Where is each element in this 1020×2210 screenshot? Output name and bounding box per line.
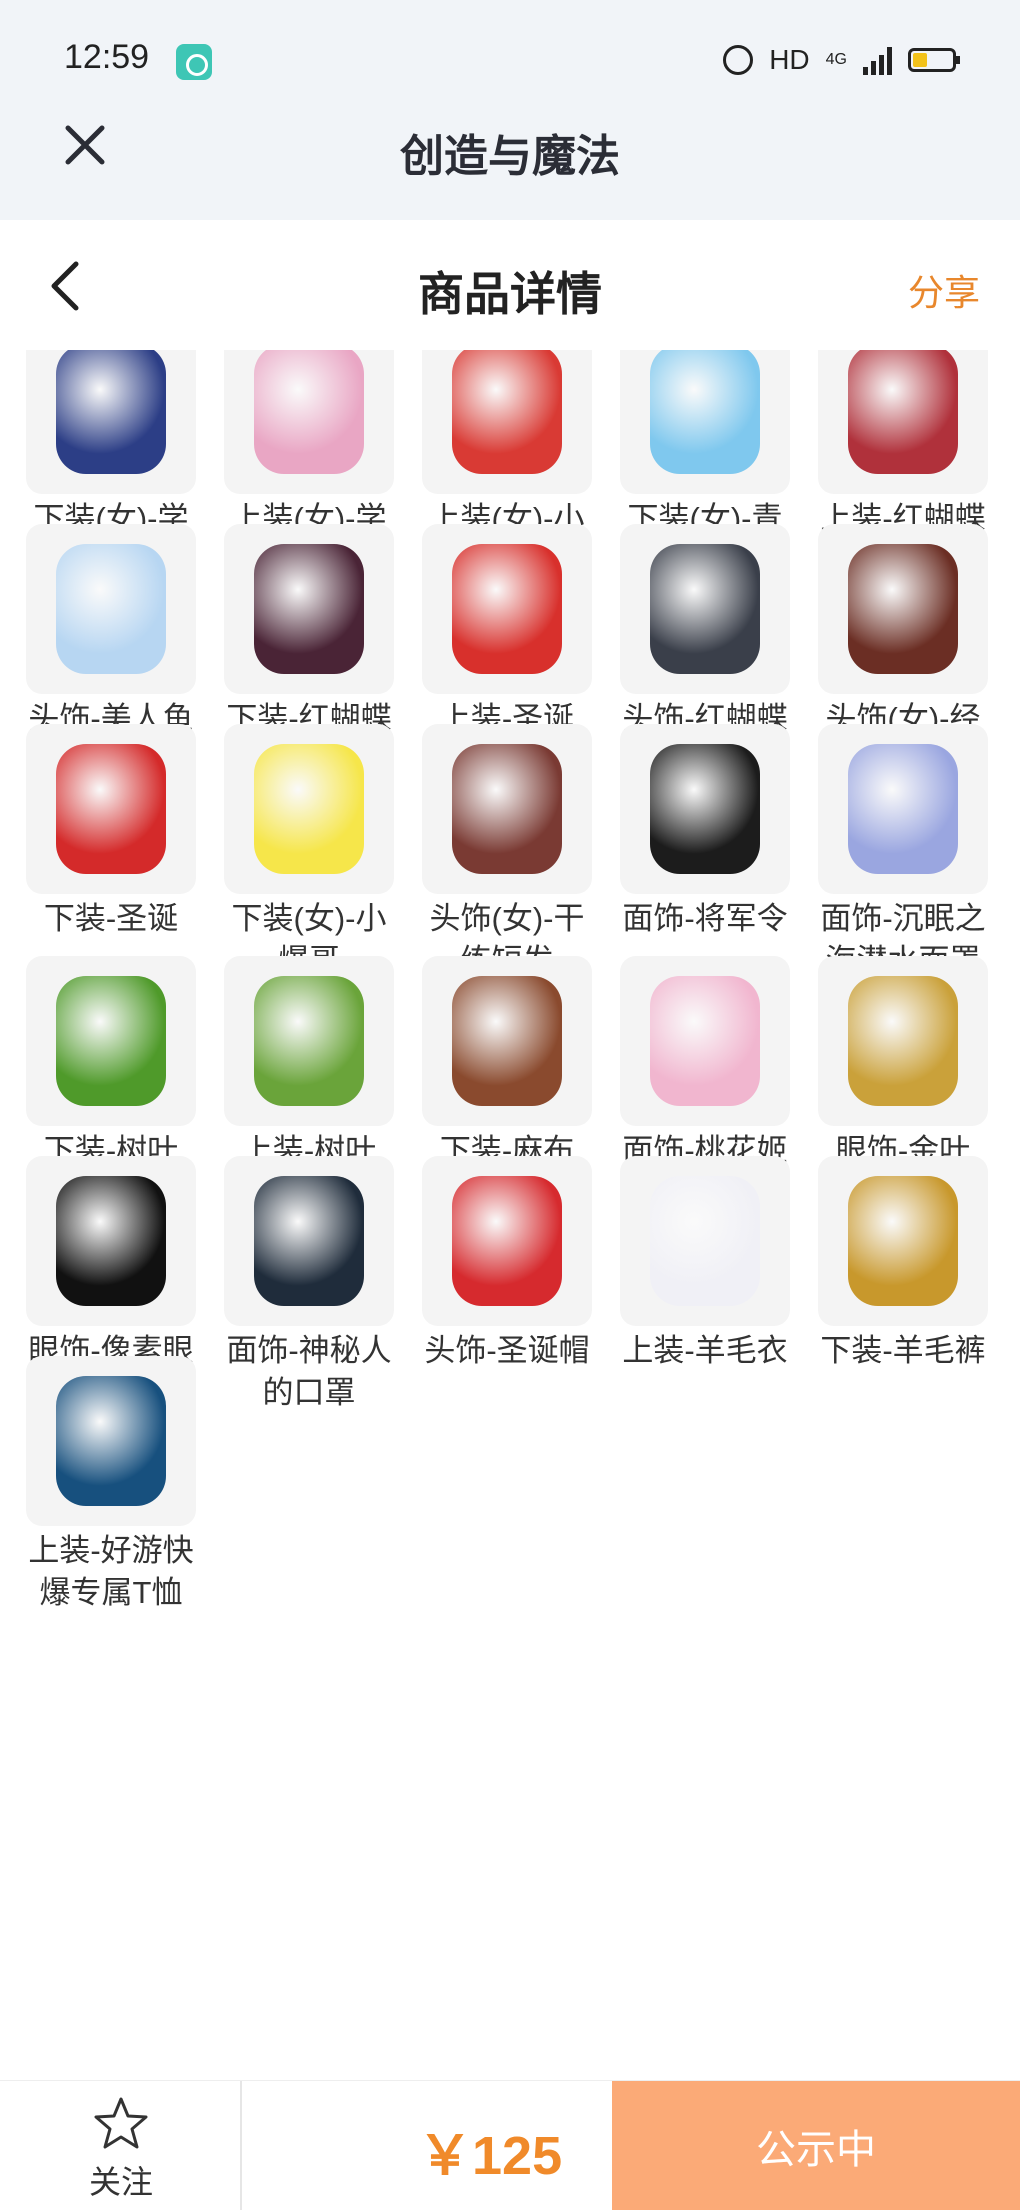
item-thumbnail — [620, 724, 790, 894]
item-thumbnail — [26, 524, 196, 694]
item-card[interactable]: 上装-羊毛衣 — [620, 1156, 790, 1372]
app-notification-icon — [176, 44, 212, 80]
item-label: 下装-圣诞 — [43, 901, 179, 936]
item-thumbnail — [620, 1156, 790, 1326]
item-card[interactable]: 下装-圣诞 — [26, 724, 196, 940]
item-label: 面饰-将军令 — [622, 901, 788, 936]
item-thumbnail — [26, 350, 196, 494]
item-thumbnail — [620, 524, 790, 694]
item-card[interactable]: 下装(女)-小爆哥 — [224, 724, 394, 982]
item-card[interactable]: 下装-麻布 — [422, 956, 592, 1172]
follow-label: 关注 — [88, 2164, 153, 2200]
item-thumbnail — [422, 1156, 592, 1326]
item-card[interactable]: 上装-好游快爆专属T恤 — [26, 1356, 196, 1614]
item-image — [848, 350, 958, 474]
item-image — [254, 976, 364, 1106]
item-thumbnail — [26, 724, 196, 894]
item-thumbnail — [620, 956, 790, 1126]
item-image — [452, 976, 562, 1106]
item-image — [56, 1176, 166, 1306]
item-image — [848, 1176, 958, 1306]
item-image — [56, 744, 166, 874]
item-label: 上装-好游快爆专属T恤 — [28, 1533, 194, 1610]
battery-icon — [908, 48, 960, 72]
item-card[interactable]: 面饰-桃花姬 — [620, 956, 790, 1172]
status-time: 12:59 — [64, 38, 150, 76]
publicity-status-button[interactable]: 公示中 — [612, 2081, 1020, 2210]
item-image — [452, 744, 562, 874]
item-image — [650, 976, 760, 1106]
item-image — [848, 544, 958, 674]
item-thumbnail — [224, 1156, 394, 1326]
item-thumbnail — [422, 956, 592, 1126]
item-card[interactable]: 面饰-将军令 — [620, 724, 790, 940]
item-thumbnail — [224, 956, 394, 1126]
item-thumbnail — [818, 724, 988, 894]
item-image — [56, 1376, 166, 1506]
item-image — [650, 350, 760, 474]
item-thumbnail — [422, 524, 592, 694]
item-card[interactable]: 下装-羊毛裤 — [818, 1156, 988, 1372]
item-card[interactable]: 面饰-神秘人的口罩 — [224, 1156, 394, 1414]
signal-icon — [863, 45, 892, 75]
item-thumbnail — [26, 956, 196, 1126]
item-card[interactable]: 头饰-圣诞帽 — [422, 1156, 592, 1372]
item-thumbnail — [620, 350, 790, 494]
app-title: 创造与魔法 — [400, 132, 620, 181]
item-image — [650, 544, 760, 674]
item-image — [650, 744, 760, 874]
item-image — [56, 544, 166, 674]
share-button[interactable]: 分享 — [908, 264, 980, 316]
item-label: 头饰-圣诞帽 — [424, 1333, 590, 1368]
item-thumbnail — [818, 956, 988, 1126]
network-hd-label: HD — [769, 44, 810, 75]
item-thumbnail — [422, 350, 592, 494]
item-card[interactable]: 眼饰-金叶 — [818, 956, 988, 1172]
item-card[interactable]: 面饰-沉眠之海潜水面罩 — [818, 724, 988, 982]
status-indicators: HD 4G — [723, 44, 960, 76]
item-image — [254, 744, 364, 874]
item-thumbnail — [818, 524, 988, 694]
item-label: 下装-羊毛裤 — [820, 1333, 986, 1368]
item-thumbnail — [818, 1156, 988, 1326]
item-image — [56, 350, 166, 474]
alarm-icon — [723, 45, 754, 75]
item-image — [452, 1176, 562, 1306]
bottom-bar: 关注 ￥125 公示中 — [0, 2080, 1020, 2210]
network-4g-label: 4G — [825, 51, 847, 68]
item-card[interactable]: 上装-圣诞 — [422, 524, 592, 740]
item-thumbnail — [818, 350, 988, 494]
item-image — [254, 1176, 364, 1306]
item-card[interactable]: 上装-树叶 — [224, 956, 394, 1172]
item-image — [56, 976, 166, 1106]
item-grid-viewport[interactable]: 下装(女)-学园日记上装(女)-学园日记上装(女)-小爆哥下装(女)-青萝上装-… — [0, 350, 1020, 2080]
item-card[interactable]: 下装-树叶 — [26, 956, 196, 1172]
item-card[interactable]: 头饰(女)-干练短发 — [422, 724, 592, 982]
item-label: 面饰-神秘人的口罩 — [226, 1333, 392, 1410]
follow-button[interactable]: 关注 — [0, 2081, 242, 2210]
item-thumbnail — [224, 524, 394, 694]
page-title: 商品详情 — [418, 268, 602, 320]
item-thumbnail — [26, 1156, 196, 1326]
item-image — [452, 544, 562, 674]
item-image — [254, 350, 364, 474]
item-thumbnail — [224, 724, 394, 894]
item-image — [650, 1176, 760, 1306]
item-label: 上装-羊毛衣 — [622, 1333, 788, 1368]
item-image — [848, 976, 958, 1106]
star-icon — [94, 2097, 148, 2149]
item-thumbnail — [422, 724, 592, 894]
item-image — [848, 744, 958, 874]
item-image — [452, 350, 562, 474]
item-thumbnail — [26, 1356, 196, 1526]
item-image — [254, 544, 364, 674]
item-thumbnail — [224, 350, 394, 494]
price-label: ￥125 — [418, 2126, 563, 2186]
